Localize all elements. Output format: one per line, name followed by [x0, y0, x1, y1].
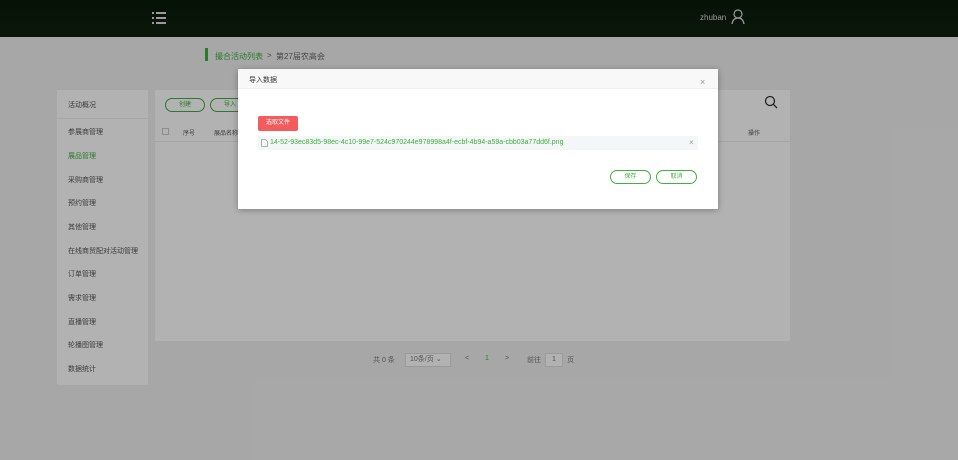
uploaded-file-item: 14-52-93ec83d5-98ec-4c10-99e7-524c970244… — [258, 136, 698, 150]
save-button[interactable]: 保存 — [610, 170, 651, 184]
document-icon — [261, 139, 268, 147]
cancel-button[interactable]: 取消 — [656, 170, 697, 184]
file-name: 14-52-93ec83d5-98ec-4c10-99e7-524c970244… — [270, 139, 564, 146]
import-dialog: 导入数据 × 选取文件 14-52-93ec83d5-98ec-4c10-99e… — [238, 69, 718, 209]
close-icon[interactable]: × — [700, 77, 705, 87]
dialog-title: 导入数据 — [249, 77, 277, 84]
remove-file-icon[interactable]: × — [689, 138, 694, 147]
dialog-header: 导入数据 × — [238, 69, 718, 89]
select-file-button[interactable]: 选取文件 — [258, 116, 298, 131]
